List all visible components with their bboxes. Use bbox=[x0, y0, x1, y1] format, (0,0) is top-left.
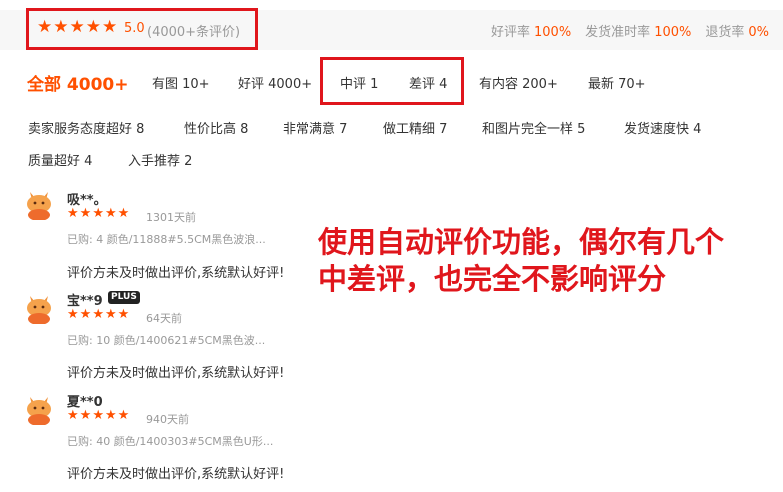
metric-value: 0% bbox=[748, 25, 769, 40]
metric-label: 好评率 bbox=[490, 25, 530, 40]
annotation-line-1: 使用自动评价功能，偶尔有几个 bbox=[318, 225, 725, 259]
review-star-rating: ★ ★ ★ ★ ★ bbox=[67, 409, 129, 422]
review-date: 940天前 bbox=[146, 413, 189, 426]
rating-score: 5.0 bbox=[124, 21, 145, 36]
star-icon: ★ bbox=[104, 408, 117, 423]
star-icon: ★ bbox=[117, 307, 130, 322]
metric-good-rate: 好评率 100% bbox=[491, 21, 571, 40]
star-icon: ★ bbox=[117, 408, 130, 423]
tag-very-satisfied[interactable]: 非常满意 7 bbox=[283, 118, 347, 137]
tag-same-as-picture[interactable]: 和图片完全一样 5 bbox=[482, 118, 585, 137]
tab-latest[interactable]: 最新 70+ bbox=[588, 73, 646, 92]
rating-count: (4000+条评价) bbox=[147, 25, 241, 40]
review-star-rating: ★ ★ ★ ★ ★ bbox=[67, 207, 129, 220]
metric-ontime-rate: 发货准时率 100% bbox=[585, 21, 691, 40]
metric-value: 100% bbox=[654, 25, 692, 40]
summary-star-rating: ★ ★ ★ ★ ★ bbox=[37, 19, 117, 36]
tag-recommended[interactable]: 入手推荐 2 bbox=[128, 150, 192, 169]
star-icon: ★ bbox=[79, 206, 92, 221]
review-text: 评价方未及时做出评价,系统默认好评! bbox=[67, 366, 285, 381]
star-icon: ★ bbox=[92, 307, 104, 322]
avatar bbox=[27, 296, 51, 324]
tab-all[interactable]: 全部 4000+ bbox=[27, 70, 128, 95]
star-icon: ★ bbox=[79, 408, 92, 423]
review-sku: 已购: 10 颜色/1400621#5CM黑色波... bbox=[67, 334, 266, 347]
star-icon: ★ bbox=[67, 206, 79, 221]
tab-with-content[interactable]: 有内容 200+ bbox=[479, 73, 558, 92]
review-sku: 已购: 4 颜色/11888#5.5CM黑色波浪... bbox=[67, 233, 266, 246]
tab-positive[interactable]: 好评 4000+ bbox=[238, 73, 312, 92]
tab-with-images[interactable]: 有图 10+ bbox=[152, 73, 210, 92]
star-icon: ★ bbox=[104, 307, 117, 322]
tag-fast-delivery[interactable]: 发货速度快 4 bbox=[624, 118, 701, 137]
tag-great-quality[interactable]: 质量超好 4 bbox=[28, 150, 92, 169]
star-icon: ★ bbox=[92, 408, 104, 423]
star-icon: ★ bbox=[117, 206, 130, 221]
review-text: 评价方未及时做出评价,系统默认好评! bbox=[67, 266, 285, 281]
star-icon: ★ bbox=[69, 17, 85, 37]
metric-label: 发货准时率 bbox=[585, 25, 651, 40]
review-date: 64天前 bbox=[146, 312, 182, 325]
neutral-negative-highlight-box bbox=[320, 57, 464, 105]
plus-member-badge: PLUS bbox=[108, 291, 140, 304]
tag-fine-workmanship[interactable]: 做工精细 7 bbox=[383, 118, 447, 137]
avatar bbox=[27, 397, 51, 425]
review-text: 评价方未及时做出评价,系统默认好评! bbox=[67, 467, 285, 482]
store-metrics: 好评率 100% 发货准时率 100% 退货率 0% bbox=[491, 21, 769, 40]
review-sku: 已购: 40 颜色/1400303#5CM黑色U形... bbox=[67, 435, 274, 448]
annotation-overlay: 使用自动评价功能，偶尔有几个 中差评，也完全不影响评分 bbox=[318, 224, 780, 298]
tag-value-for-money[interactable]: 性价比高 8 bbox=[184, 118, 248, 137]
avatar bbox=[27, 192, 51, 220]
star-icon: ★ bbox=[92, 206, 104, 221]
metric-value: 100% bbox=[534, 25, 572, 40]
star-icon: ★ bbox=[102, 17, 118, 37]
review-date: 1301天前 bbox=[146, 211, 196, 224]
star-icon: ★ bbox=[53, 17, 69, 37]
metric-return-rate: 退货率 0% bbox=[705, 21, 769, 40]
star-icon: ★ bbox=[37, 17, 53, 37]
star-icon: ★ bbox=[79, 307, 92, 322]
metric-label: 退货率 bbox=[705, 25, 745, 40]
annotation-line-2: 中差评，也完全不影响评分 bbox=[318, 262, 667, 296]
star-icon: ★ bbox=[104, 206, 117, 221]
star-icon: ★ bbox=[67, 408, 79, 423]
tag-seller-service[interactable]: 卖家服务态度超好 8 bbox=[28, 118, 144, 137]
star-icon: ★ bbox=[67, 307, 79, 322]
star-icon: ★ bbox=[85, 17, 101, 37]
review-star-rating: ★ ★ ★ ★ ★ bbox=[67, 308, 129, 321]
